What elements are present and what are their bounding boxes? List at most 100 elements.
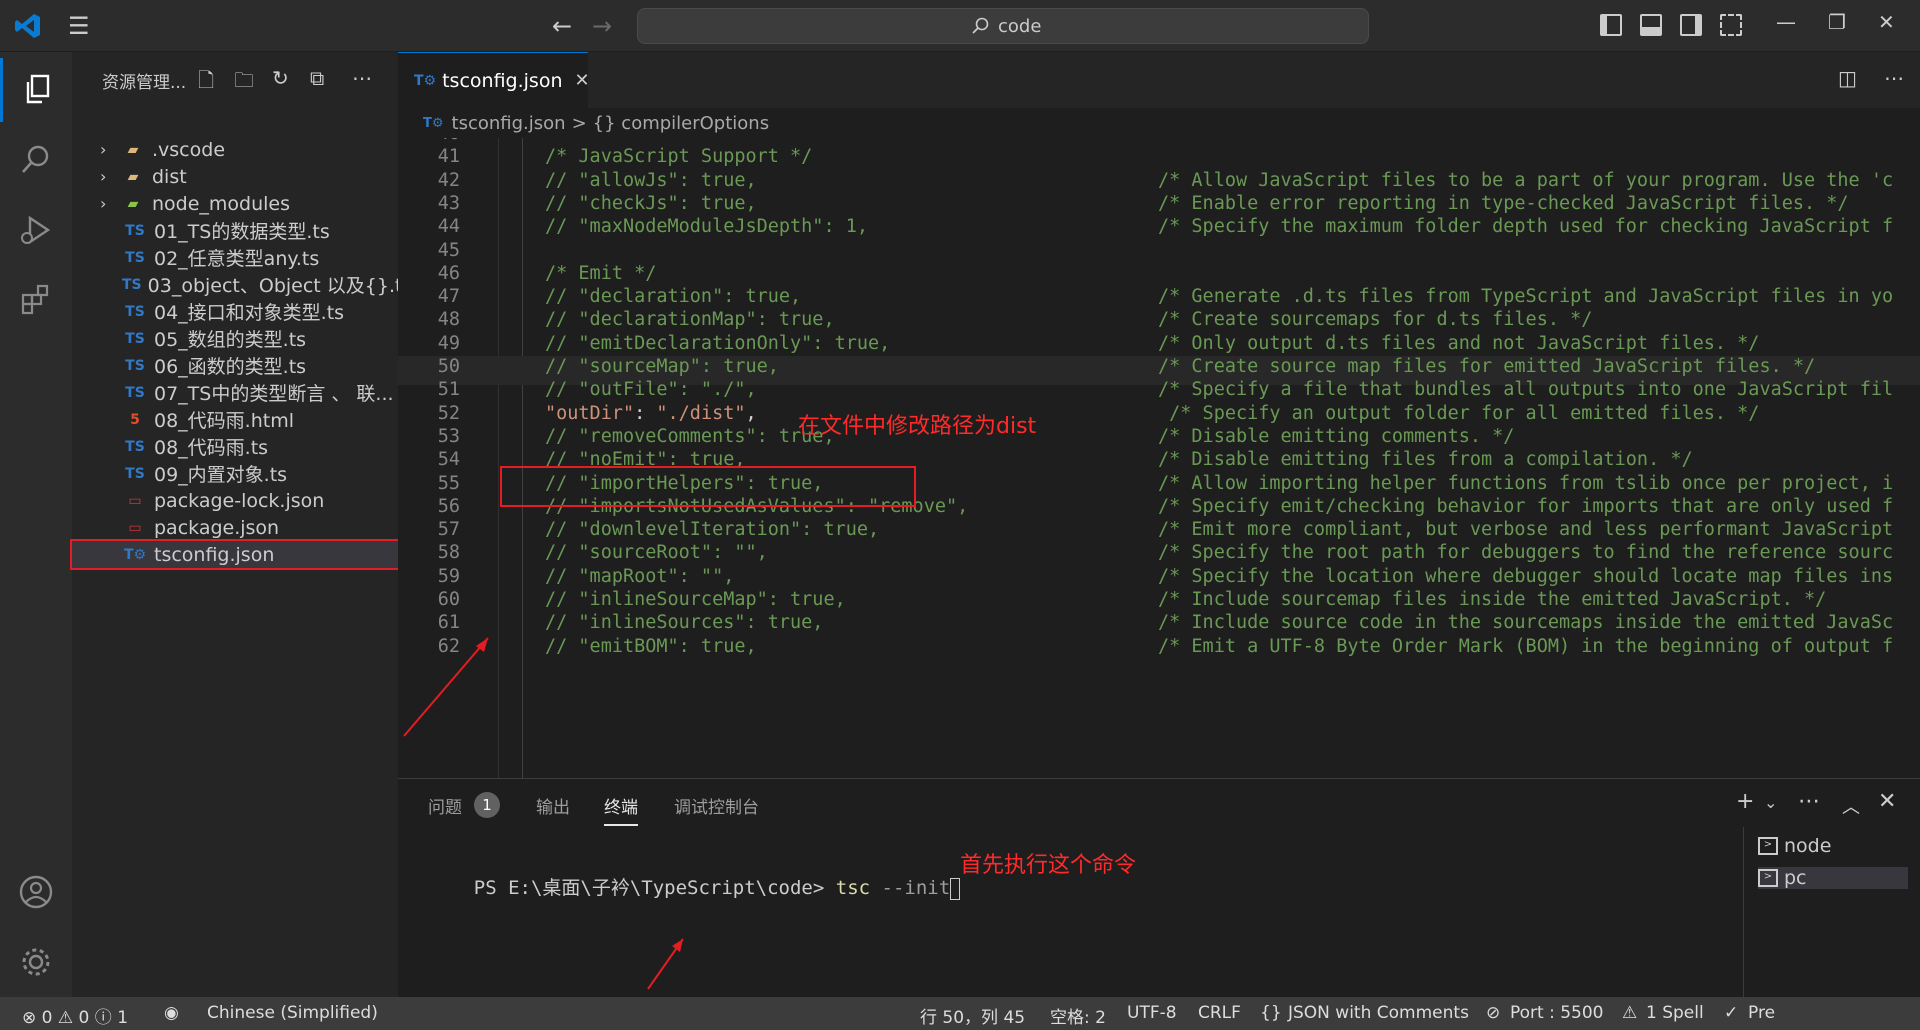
- tree-file[interactable]: ▭ package.json: [72, 514, 398, 541]
- line-number: 53: [437, 425, 460, 447]
- typescript-file-icon: TS: [125, 357, 145, 374]
- tree-file[interactable]: ▭ package-lock.json: [72, 487, 398, 514]
- tree-file[interactable]: TS 09_内置对象.ts: [72, 460, 398, 487]
- search-activity[interactable]: [0, 128, 72, 192]
- tree-folder[interactable]: › ▰ node_modules: [72, 190, 398, 217]
- spell-status[interactable]: 1 Spell: [1646, 1003, 1704, 1023]
- terminal-item-node[interactable]: > node: [1758, 835, 1831, 857]
- forward-arrow-icon[interactable]: →: [592, 12, 612, 40]
- toggle-panel-icon[interactable]: [1640, 14, 1662, 36]
- editor-more-icon[interactable]: ⋯: [1884, 66, 1904, 90]
- tree-folder[interactable]: › ▰ .vscode: [72, 136, 398, 163]
- typescript-file-icon: TS: [125, 330, 145, 347]
- tab-tsconfig[interactable]: T⚙ tsconfig.json ✕: [398, 52, 590, 108]
- tree-file[interactable]: TS 03_object、Object 以及{}.ts: [72, 271, 398, 298]
- panel-more-icon[interactable]: ⋯: [1798, 789, 1820, 814]
- code-line: 62// "emitBOM": true,/* Emit a UTF-8 Byt…: [398, 636, 1920, 665]
- tree-file[interactable]: TS 08_代码雨.ts: [72, 433, 398, 460]
- maximize-panel-icon[interactable]: ︿: [1842, 793, 1860, 819]
- new-terminal-icon[interactable]: +: [1736, 789, 1754, 814]
- code-text: // "sourceRoot": "",: [545, 542, 768, 564]
- manage-activity[interactable]: [0, 930, 72, 994]
- tree-folder[interactable]: › ▰ dist: [72, 163, 398, 190]
- npm-file-icon: ▭: [128, 492, 142, 509]
- tab-problems[interactable]: 问题: [428, 793, 462, 818]
- terminal-command: tsc: [835, 877, 871, 899]
- tree-file[interactable]: TS 05_数组的类型.ts: [72, 325, 398, 352]
- close-panel-icon[interactable]: ✕: [1878, 789, 1896, 814]
- typescript-file-icon: TS: [125, 384, 145, 401]
- minimize-icon[interactable]: —: [1776, 10, 1796, 34]
- tree-file[interactable]: T⚙ tsconfig.json: [70, 539, 400, 570]
- tree-item-label: 05_数组的类型.ts: [154, 329, 307, 351]
- code-comment: /* Include source code in the sourcemaps…: [1158, 612, 1894, 634]
- command-center-search[interactable]: code: [637, 8, 1369, 44]
- tree-item-label: node_modules: [152, 192, 291, 215]
- cursor-position-status[interactable]: 行 50，列 45: [920, 1003, 1025, 1028]
- tree-file[interactable]: 5 08_代码雨.html: [72, 406, 398, 433]
- eol-status[interactable]: CRLF: [1198, 1003, 1241, 1023]
- code-editor[interactable]: 40 41 /* JavaScript Support */ 42 // "allowJ…: [398, 138, 1920, 778]
- encoding-status[interactable]: UTF-8: [1127, 1003, 1177, 1023]
- new-file-icon[interactable]: 🗋: [198, 66, 214, 100]
- annotation-arrow-terminal: [647, 938, 684, 990]
- chevron-down-icon[interactable]: ⌄: [1764, 793, 1777, 812]
- problems-status[interactable]: ⊗ 0 ⚠ 0 ⓘ 1: [22, 1003, 128, 1028]
- status-bar: ⊗ 0 ⚠ 0 ⓘ 1 ◉ Chinese (Simplified) 行 50，…: [0, 997, 1920, 1030]
- language-pack-status[interactable]: Chinese (Simplified): [207, 1003, 378, 1023]
- tab-output[interactable]: 输出: [536, 793, 570, 818]
- new-folder-icon[interactable]: 🗀: [234, 66, 254, 100]
- prettier-status[interactable]: Pre: [1748, 1003, 1775, 1023]
- line-number: 52: [437, 402, 460, 424]
- npm-file-icon: ▭: [128, 519, 142, 536]
- restore-icon[interactable]: ❐: [1828, 10, 1846, 34]
- close-window-icon[interactable]: ✕: [1878, 10, 1895, 34]
- tree-file[interactable]: TS 04_接口和对象类型.ts: [72, 298, 398, 325]
- vscode-logo-icon: [15, 14, 40, 38]
- code-text: // "declaration": true,: [545, 286, 802, 308]
- terminal-argument: --init: [870, 877, 951, 899]
- tree-item-label: package.json: [154, 516, 280, 539]
- breadcrumb-file[interactable]: tsconfig.json: [452, 113, 566, 134]
- tree-file[interactable]: TS 07_TS中的类型断言 、 联...: [72, 379, 398, 406]
- tab-terminal[interactable]: 终端: [604, 793, 638, 826]
- indentation-status[interactable]: 空格: 2: [1050, 1003, 1106, 1028]
- tree-file[interactable]: TS 02_任意类型any.ts: [72, 244, 398, 271]
- terminal-item-pc[interactable]: > pc: [1758, 867, 1908, 889]
- code-comment: /* Enable error reporting in type-checke…: [1158, 192, 1849, 214]
- accounts-activity[interactable]: [0, 860, 72, 924]
- language-mode-status[interactable]: JSON with Comments: [1288, 1003, 1469, 1023]
- breadcrumb: T⚙ tsconfig.json > {} compilerOptions: [398, 108, 1920, 138]
- extensions-activity[interactable]: [0, 268, 72, 332]
- explorer-activity[interactable]: [0, 58, 72, 122]
- broadcast-icon[interactable]: ◉: [164, 1003, 179, 1023]
- line-number: 44: [437, 216, 460, 238]
- code-comment: /* Only output d.ts files and not JavaSc…: [1158, 332, 1760, 354]
- warning-icon: ⚠: [1622, 1003, 1638, 1023]
- info-icon: ⓘ: [94, 1008, 112, 1028]
- live-server-port-status[interactable]: Port : 5500: [1510, 1003, 1604, 1023]
- more-actions-icon[interactable]: ⋯: [352, 66, 372, 90]
- tree-item-label: 01_TS的数据类型.ts: [154, 221, 330, 243]
- toggle-secondary-sidebar-icon[interactable]: [1680, 14, 1702, 36]
- back-arrow-icon[interactable]: ←: [552, 12, 572, 40]
- refresh-icon[interactable]: ↻: [272, 66, 289, 90]
- collapse-all-icon[interactable]: ⧉: [310, 66, 324, 90]
- tab-label: tsconfig.json: [442, 69, 563, 92]
- search-icon: [22, 145, 49, 173]
- breadcrumb-symbol[interactable]: {} compilerOptions: [593, 113, 769, 134]
- toggle-primary-sidebar-icon[interactable]: [1600, 14, 1622, 36]
- code-text: // "emitBOM": true,: [545, 635, 757, 657]
- bottom-panel: 问题 1 输出 终端 调试控制台 + ⌄ ⋯ ︿ ✕ PS E:\桌面\子衿\T…: [398, 778, 1920, 998]
- customize-layout-icon[interactable]: [1720, 14, 1742, 36]
- split-editor-icon[interactable]: ◫: [1838, 66, 1857, 90]
- menu-icon[interactable]: ☰: [68, 14, 90, 38]
- tree-file[interactable]: TS 06_函数的类型.ts: [72, 352, 398, 379]
- code-comment: /* Emit more compliant, but verbose and …: [1158, 519, 1894, 541]
- terminal-list: > node > pc: [1743, 827, 1920, 998]
- terminal-icon: >: [1758, 869, 1778, 887]
- tree-file[interactable]: TS 01_TS的数据类型.ts: [72, 217, 398, 244]
- tab-debug-console[interactable]: 调试控制台: [674, 793, 759, 818]
- run-debug-activity[interactable]: [0, 198, 72, 262]
- close-tab-icon[interactable]: ✕: [574, 70, 589, 91]
